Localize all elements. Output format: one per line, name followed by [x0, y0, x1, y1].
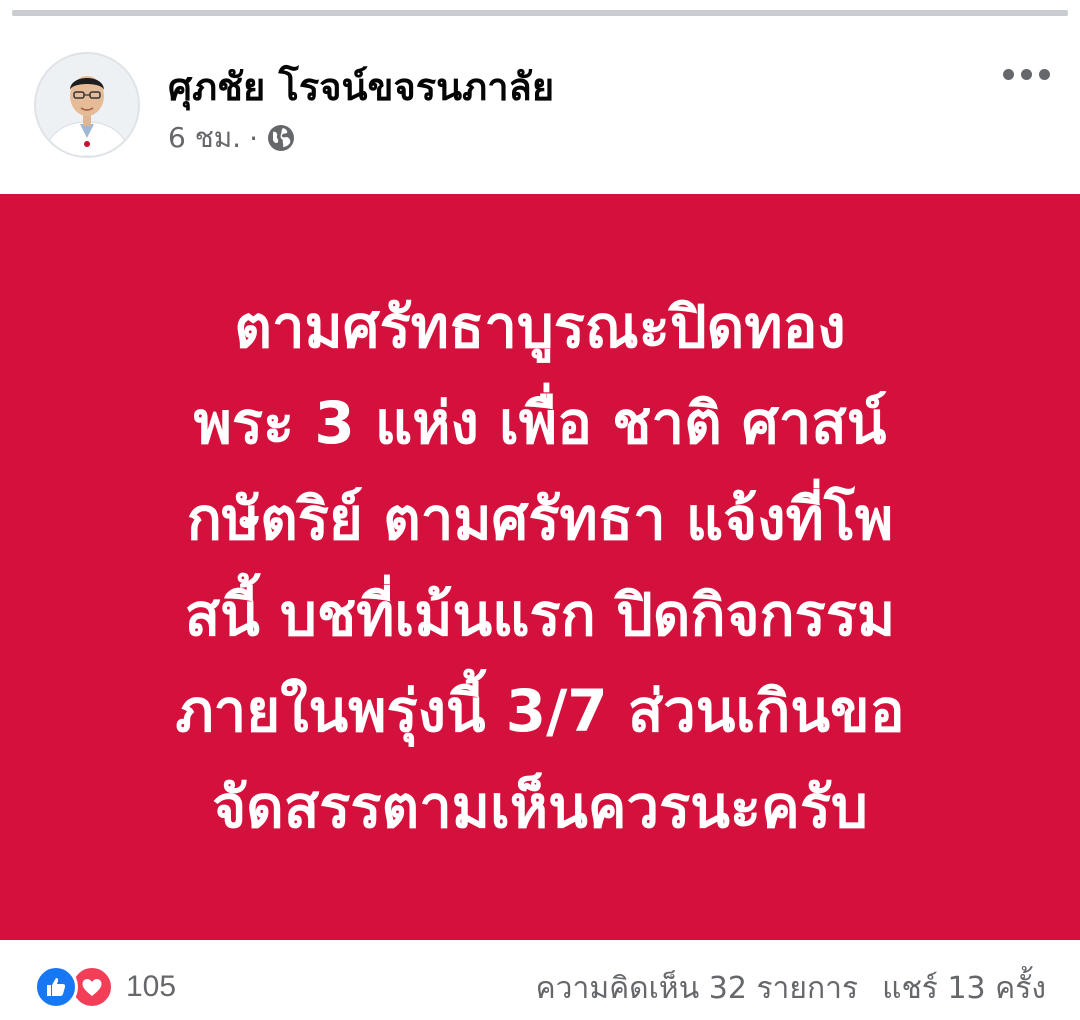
top-divider: [0, 0, 1080, 18]
post-text-line: พระ 3 แห่ง เพื่อ ชาติ ศาสน์: [193, 389, 887, 457]
comments-count-link[interactable]: ความคิดเห็น 32 รายการ: [536, 965, 859, 1012]
author-name[interactable]: ศุภชัย โรจน์ขจรนภาลัย: [168, 56, 554, 117]
more-dot: [1020, 68, 1032, 80]
post-text-line: จัดสรรตามเห็นควรนะครับ: [212, 773, 868, 841]
like-icon: [34, 965, 78, 1009]
globe-icon: [266, 123, 296, 153]
post-text-card[interactable]: ตามศรัทธาบูรณะปิดทอง พระ 3 แห่ง เพื่อ ชา…: [0, 194, 1080, 940]
divider-line: [12, 10, 1068, 16]
meta-separator: ·: [249, 121, 258, 155]
post-body: ตามศรัทธาบูรณะปิดทอง พระ 3 แห่ง เพื่อ ชา…: [40, 279, 1040, 855]
more-dot: [1002, 68, 1014, 80]
post-text-line: ตามศรัทธาบูรณะปิดทอง: [234, 293, 846, 361]
post-text-line: ภายในพรุ่งนี้ 3/7 ส่วนเกินขอ: [175, 677, 905, 745]
reactions-summary[interactable]: 105: [34, 964, 176, 1010]
reaction-count: 105: [126, 970, 177, 1003]
post-footer: 105 ความคิดเห็น 32 รายการ แชร์ 13 ครั้ง: [0, 940, 1080, 1020]
post-meta: 6 ชม. ·: [168, 118, 296, 158]
person-avatar-icon: [36, 54, 138, 156]
post-text-line: กษัตริย์ ตามศรัทธา แจ้งที่โพ: [186, 485, 894, 553]
more-dot: [1038, 68, 1050, 80]
shares-count-link[interactable]: แชร์ 13 ครั้ง: [882, 965, 1046, 1012]
post-header: ศุภชัย โรจน์ขจรนภาลัย 6 ชม. ·: [0, 18, 1080, 194]
post-text-line: สนี้ บชที่เม้นแรก ปิดกิจกรรม: [184, 581, 896, 649]
more-options-icon[interactable]: [990, 56, 1062, 92]
post-time[interactable]: 6 ชม.: [168, 116, 241, 160]
engagement-stats: ความคิดเห็น 32 รายการ แชร์ 13 ครั้ง: [536, 968, 1046, 1008]
author-avatar[interactable]: [34, 52, 140, 158]
